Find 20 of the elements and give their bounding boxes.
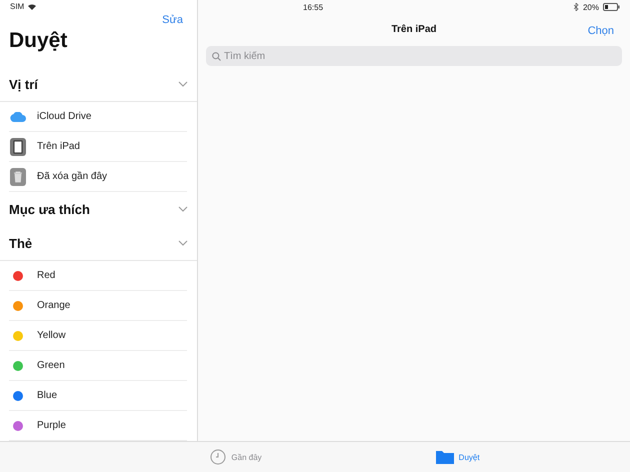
sidebar-title: Duyệt <box>9 29 68 53</box>
section-header[interactable]: Vị trí <box>0 67 197 102</box>
sidebar-item[interactable]: Yellow <box>9 321 187 351</box>
section-header[interactable]: Mục ưa thích <box>0 192 197 226</box>
sidebar-item[interactable]: Orange <box>9 291 187 321</box>
sidebar-item[interactable]: Blue <box>9 381 187 411</box>
battery-text: 20% <box>582 2 599 12</box>
sidebar-item[interactable]: Trên iPad <box>9 132 187 162</box>
time-text: 16:55 <box>303 2 324 12</box>
carrier-text: SIM <box>10 2 24 12</box>
tab-bar-item[interactable]: Duyệt <box>434 448 482 466</box>
sidebar-item[interactable]: Red <box>9 261 187 291</box>
section-header[interactable]: Thẻ <box>0 226 197 261</box>
page-title: Trên iPad <box>391 24 436 34</box>
select-button[interactable]: Chọn <box>588 25 614 37</box>
sidebar-item[interactable]: Đã xóa gần đây <box>9 162 187 192</box>
sidebar-item[interactable]: Green <box>9 351 187 381</box>
edit-button[interactable]: Sửa <box>162 14 183 26</box>
sidebar-item[interactable]: iCloud Drive <box>9 102 187 132</box>
search-field[interactable]: Tìm kiếm <box>206 46 622 66</box>
